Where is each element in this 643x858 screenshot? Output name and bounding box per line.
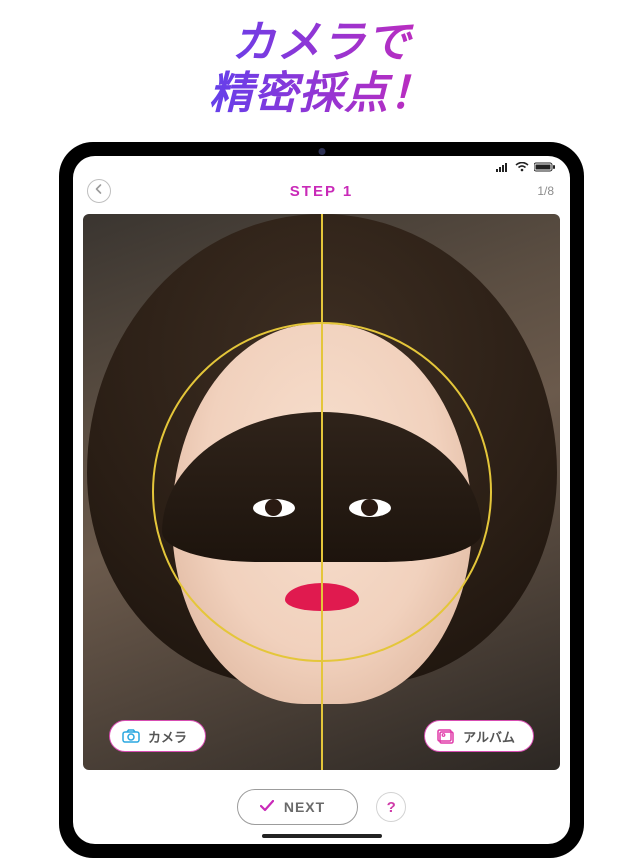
album-button[interactable]: アルバム	[424, 720, 534, 752]
back-arrow-icon	[93, 182, 105, 200]
footer-bar: NEXT ?	[73, 770, 570, 844]
app-screen: STEP 1 1/8 カメラ	[73, 156, 570, 844]
battery-icon	[534, 162, 556, 172]
home-indicator	[262, 834, 382, 838]
status-bar	[73, 156, 570, 174]
photo-preview: カメラ アルバム	[83, 214, 560, 770]
promo-title: カメラで 精密採点！	[0, 0, 643, 119]
camera-button[interactable]: カメラ	[109, 720, 206, 752]
promo-line-2: 精密採点！	[209, 69, 434, 118]
page-indicator: 1/8	[537, 184, 554, 198]
wifi-icon	[515, 162, 529, 172]
signal-icon	[496, 162, 510, 172]
tablet-frame: STEP 1 1/8 カメラ	[59, 142, 584, 858]
help-icon: ?	[387, 799, 396, 816]
album-button-label: アルバム	[463, 727, 515, 746]
back-button[interactable]	[87, 179, 111, 203]
next-button-label: NEXT	[284, 799, 325, 815]
guide-circle	[152, 322, 492, 662]
next-button[interactable]: NEXT	[237, 789, 358, 825]
check-icon	[260, 799, 274, 815]
step-label: STEP 1	[290, 183, 353, 200]
album-icon	[437, 729, 455, 744]
photo-action-row: カメラ アルバム	[83, 720, 560, 752]
app-header: STEP 1 1/8	[73, 174, 570, 208]
device-camera-dot	[318, 148, 325, 155]
promo-line-1: カメラで	[232, 18, 412, 67]
help-button[interactable]: ?	[376, 792, 406, 822]
camera-button-label: カメラ	[148, 727, 187, 746]
camera-icon	[122, 729, 140, 743]
